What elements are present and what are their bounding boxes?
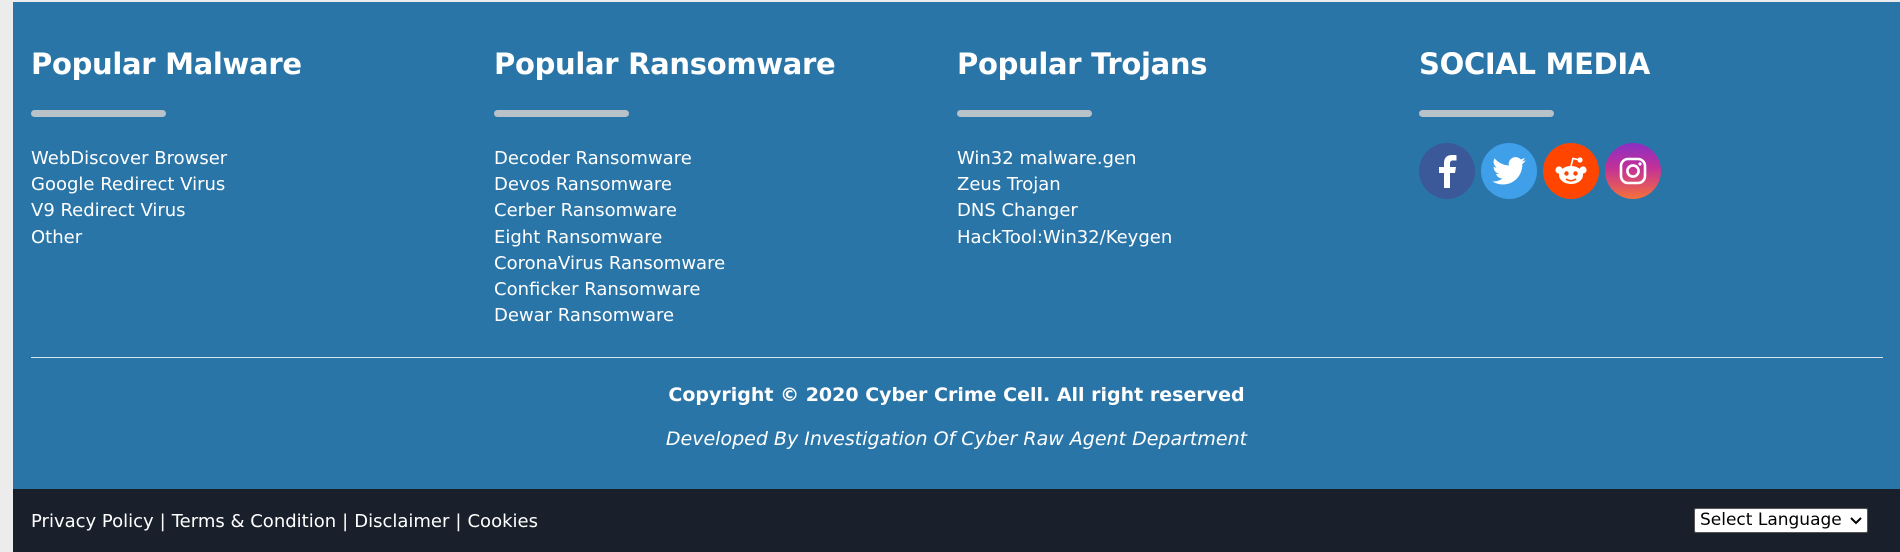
footer-link[interactable]: Zeus Trojan — [957, 172, 1397, 198]
footer-link[interactable]: DNS Changer — [957, 198, 1397, 224]
chevron-down-icon — [1849, 511, 1863, 538]
link-list: WebDiscover Browser Google Redirect Viru… — [31, 146, 471, 251]
bottom-bar: Privacy Policy | Terms & Condition | Disclai… — [13, 489, 1900, 552]
link-list: Win32 malware.gen Zeus Trojan DNS Change… — [957, 146, 1397, 251]
developed-by-text: Developed By Investigation Of Cyber Raw … — [665, 428, 1248, 450]
language-select[interactable]: Select Language — [1694, 508, 1868, 533]
social-icons — [1419, 143, 1859, 199]
facebook-icon[interactable] — [1419, 143, 1475, 199]
footer-link[interactable]: Decoder Ransomware — [494, 146, 934, 172]
footer-link[interactable]: Dewar Ransomware — [494, 303, 934, 329]
column-title: Popular Trojans — [957, 47, 1208, 81]
footer-column-malware: Popular Malware WebDiscover Browser Goog… — [31, 44, 471, 251]
title-underline — [957, 110, 1092, 117]
privacy-policy-link[interactable]: Privacy Policy — [31, 511, 154, 532]
footer-column-trojans: Popular Trojans Win32 malware.gen Zeus T… — [957, 44, 1397, 251]
footer-link[interactable]: V9 Redirect Virus — [31, 198, 471, 224]
separator: | — [342, 511, 349, 532]
footer-link[interactable]: Cerber Ransomware — [494, 198, 934, 224]
language-select-value: Select Language — [1700, 510, 1842, 530]
title-underline — [1419, 110, 1554, 117]
footer-link[interactable]: Devos Ransomware — [494, 172, 934, 198]
footer-link[interactable]: Eight Ransomware — [494, 225, 934, 251]
footer-divider — [31, 357, 1883, 358]
column-title: Popular Ransomware — [494, 47, 836, 81]
separator: | — [159, 511, 166, 532]
footer-column-ransomware: Popular Ransomware Decoder Ransomware De… — [494, 44, 934, 329]
site-footer: Popular Malware WebDiscover Browser Goog… — [13, 2, 1900, 552]
footer-link[interactable]: HackTool:Win32/Keygen — [957, 225, 1397, 251]
link-list: Decoder Ransomware Devos Ransomware Cerb… — [494, 146, 934, 329]
reddit-icon[interactable] — [1543, 143, 1599, 199]
cookies-link[interactable]: Cookies — [467, 511, 537, 532]
disclaimer-link[interactable]: Disclaimer — [354, 511, 449, 532]
terms-link[interactable]: Terms & Condition — [172, 511, 336, 532]
footer-link[interactable]: WebDiscover Browser — [31, 146, 471, 172]
footer-link[interactable]: Other — [31, 225, 471, 251]
copyright-text: Copyright © 2020 Cyber Crime Cell. All r… — [668, 384, 1245, 406]
instagram-icon[interactable] — [1605, 143, 1661, 199]
column-title: Popular Malware — [31, 47, 302, 81]
footer-link[interactable]: Google Redirect Virus — [31, 172, 471, 198]
footer-columns: Popular Malware WebDiscover Browser Goog… — [13, 2, 1900, 362]
footer-link[interactable]: CoronaVirus Ransomware — [494, 251, 934, 277]
footer-link[interactable]: Conficker Ransomware — [494, 277, 934, 303]
footer-link[interactable]: Win32 malware.gen — [957, 146, 1397, 172]
title-underline — [31, 110, 166, 117]
separator: | — [455, 511, 462, 532]
twitter-icon[interactable] — [1481, 143, 1537, 199]
column-title: SOCIAL MEDIA — [1419, 47, 1651, 81]
footer-column-social: SOCIAL MEDIA — [1419, 44, 1859, 199]
title-underline — [494, 110, 629, 117]
policy-links: Privacy Policy | Terms & Condition | Disclai… — [31, 510, 538, 534]
